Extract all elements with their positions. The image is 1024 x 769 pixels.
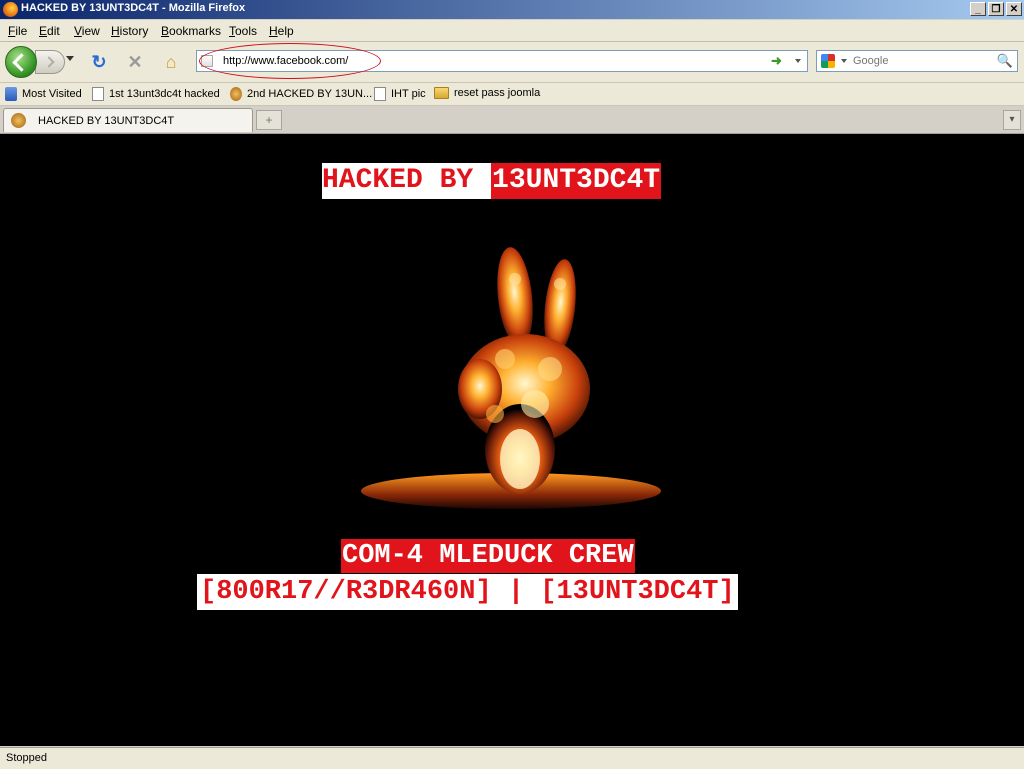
menu-tools[interactable]: Tools [229, 24, 257, 38]
window-controls: _ ❐ ✕ [970, 2, 1022, 16]
page-icon [92, 87, 104, 101]
menu-file[interactable]: File [8, 24, 27, 38]
headline-prefix: HACKED BY [322, 163, 492, 199]
search-icon[interactable]: 🔍 [997, 53, 1013, 69]
favicon-icon [11, 113, 26, 128]
url-text[interactable]: http://www.facebook.com/ [223, 55, 348, 67]
tab-list-button[interactable]: ▾ [1003, 110, 1021, 130]
menu-view[interactable]: View [74, 24, 100, 38]
stop-button[interactable]: ✕ [124, 51, 146, 73]
back-button[interactable] [5, 46, 37, 78]
fire-peace-hand-image [360, 239, 662, 511]
menu-edit[interactable]: Edit [39, 24, 60, 38]
headline-handle: 13UNT3DC4T [491, 163, 662, 199]
page-icon [374, 87, 386, 101]
bookmark-reset-pass[interactable]: reset pass joomla [434, 87, 540, 99]
tab-bar: HACKED BY 13UNT3DC4T + ▾ [0, 106, 1024, 134]
menu-help[interactable]: Help [269, 24, 294, 38]
search-input[interactable] [853, 54, 993, 68]
members-banner: [800R17//R3DR460N] | [13UNT3DC4T] [197, 574, 738, 610]
tab-title: HACKED BY 13UNT3DC4T [38, 115, 175, 127]
close-button[interactable]: ✕ [1006, 2, 1022, 16]
google-icon[interactable] [821, 54, 835, 68]
tab-hacked[interactable]: HACKED BY 13UNT3DC4T [3, 108, 253, 132]
history-dropdown-icon[interactable] [66, 56, 74, 61]
menu-history[interactable]: History [111, 24, 148, 38]
url-bar[interactable]: http://www.facebook.com/ ➜ [196, 50, 808, 72]
home-button[interactable]: ⌂ [160, 51, 182, 73]
go-arrow-icon[interactable]: ➜ [771, 53, 782, 69]
menu-bar: File Edit View History Bookmarks Tools H… [0, 20, 1024, 42]
status-bar: Stopped [0, 747, 1024, 769]
page-icon [201, 55, 213, 67]
crew-banner: COM-4 MLEDUCK CREW [341, 539, 635, 573]
bookmark-most-visited[interactable]: Most Visited [5, 87, 82, 101]
title-bar: HACKED BY 13UNT3DC4T - Mozilla Firefox _… [0, 0, 1024, 19]
forward-button[interactable] [35, 50, 65, 74]
reload-button[interactable]: ↻ [88, 51, 110, 73]
bookmark-2nd-hacked[interactable]: 2nd HACKED BY 13UN... [230, 87, 372, 101]
url-dropdown-icon[interactable] [795, 59, 801, 63]
folder-icon [434, 87, 449, 99]
menu-bookmarks[interactable]: Bookmarks [161, 24, 221, 38]
search-bar[interactable]: 🔍 [816, 50, 1018, 72]
window-title: HACKED BY 13UNT3DC4T - Mozilla Firefox [21, 2, 246, 14]
page-content: HACKED BY 13UNT3DC4T COM-4 MLEDUCK CREW … [0, 134, 1024, 746]
new-tab-button[interactable]: + [256, 110, 282, 130]
bookmark-1st-hacked[interactable]: 1st 13unt3dc4t hacked [92, 87, 220, 101]
status-text: Stopped [6, 752, 47, 764]
firefox-icon [3, 2, 18, 17]
engine-dropdown-icon[interactable] [841, 59, 847, 63]
restore-button[interactable]: ❐ [988, 2, 1004, 16]
minimize-button[interactable]: _ [970, 2, 986, 16]
most-visited-icon [5, 87, 17, 101]
page-headline: HACKED BY 13UNT3DC4T [322, 163, 662, 199]
bookmark-iht-pic[interactable]: IHT pic [374, 87, 426, 101]
favicon-icon [230, 87, 242, 101]
bookmarks-toolbar: Most Visited 1st 13unt3dc4t hacked 2nd H… [0, 83, 1024, 106]
